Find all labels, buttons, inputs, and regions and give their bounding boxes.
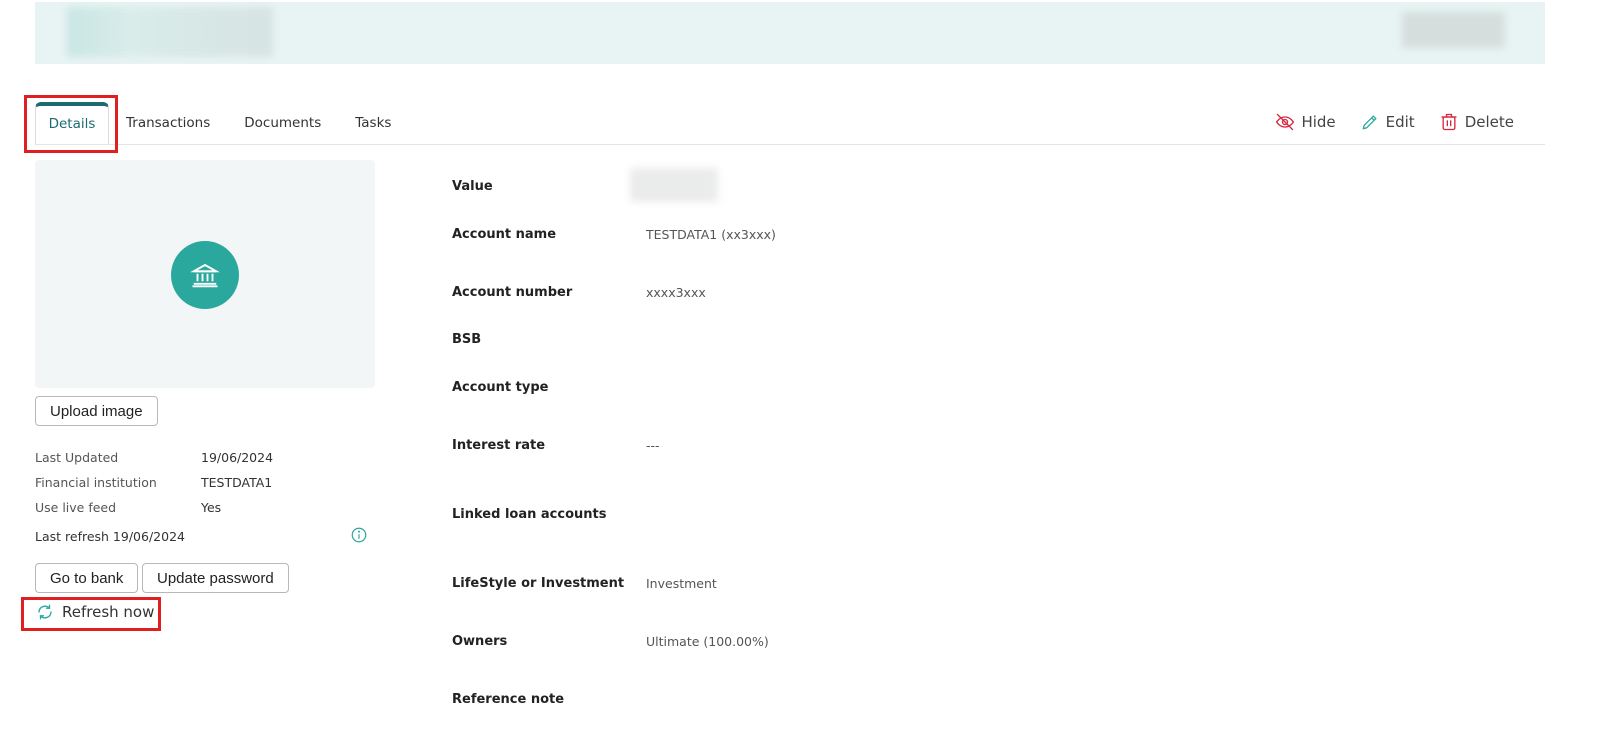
refresh-now-label: Refresh now	[62, 603, 155, 621]
account-name-label: Account name	[452, 227, 557, 242]
institution-label: Financial institution	[35, 475, 157, 490]
trash-icon	[1441, 113, 1457, 131]
hide-button[interactable]: Hide	[1275, 112, 1336, 132]
refresh-icon	[38, 604, 52, 620]
account-type-label: Account type	[452, 380, 549, 395]
blurred-value	[630, 168, 718, 202]
last-updated-label: Last Updated	[35, 450, 119, 465]
info-icon[interactable]	[350, 526, 368, 544]
account-name-value: TESTDATA1 (xx3xxx)	[646, 227, 776, 242]
tab-divider	[35, 144, 1545, 145]
live-feed-value: Yes	[201, 500, 222, 515]
last-refresh-text: Last refresh 19/06/2024	[35, 529, 185, 544]
account-number-label: Account number	[452, 285, 573, 300]
action-bar: Hide Edit Delete	[1275, 112, 1514, 132]
go-to-bank-button[interactable]: Go to bank	[35, 563, 139, 593]
upload-image-button[interactable]: Upload image	[35, 396, 158, 426]
blurred-logo	[67, 7, 273, 57]
eye-off-icon	[1276, 113, 1295, 131]
linked-loans-label: Linked loan accounts	[452, 507, 607, 522]
lifestyle-label: LifeStyle or Investment	[452, 576, 625, 591]
reference-note-label: Reference note	[452, 692, 565, 707]
tab-tasks[interactable]: Tasks	[338, 102, 408, 144]
blurred-user-menu[interactable]	[1402, 12, 1505, 48]
tab-bar: Details Transactions Documents Tasks	[35, 102, 408, 144]
last-updated-value: 19/06/2024	[201, 450, 274, 465]
tab-details[interactable]: Details	[35, 102, 109, 144]
edit-button[interactable]: Edit	[1360, 112, 1415, 132]
interest-rate-label: Interest rate	[452, 438, 546, 453]
value-label: Value	[452, 179, 493, 194]
owners-value: Ultimate (100.00%)	[646, 634, 769, 649]
account-number-value: xxxx3xxx	[646, 285, 706, 300]
delete-label: Delete	[1464, 113, 1514, 131]
lifestyle-value: Investment	[646, 576, 717, 591]
bsb-label: BSB	[452, 332, 482, 347]
refresh-now-button[interactable]: Refresh now	[36, 603, 154, 621]
institution-value: TESTDATA1	[201, 475, 273, 490]
live-feed-label: Use live feed	[35, 500, 117, 515]
bank-icon	[171, 241, 239, 309]
pencil-icon	[1362, 115, 1377, 130]
delete-button[interactable]: Delete	[1439, 112, 1514, 132]
interest-rate-value: ---	[646, 438, 660, 453]
account-image-panel	[35, 160, 375, 388]
hide-label: Hide	[1301, 113, 1336, 131]
tab-documents[interactable]: Documents	[227, 102, 338, 144]
update-password-button[interactable]: Update password	[142, 563, 289, 593]
owners-label: Owners	[452, 634, 508, 649]
edit-label: Edit	[1385, 113, 1415, 131]
tab-transactions[interactable]: Transactions	[109, 102, 227, 144]
header-banner	[35, 2, 1545, 64]
